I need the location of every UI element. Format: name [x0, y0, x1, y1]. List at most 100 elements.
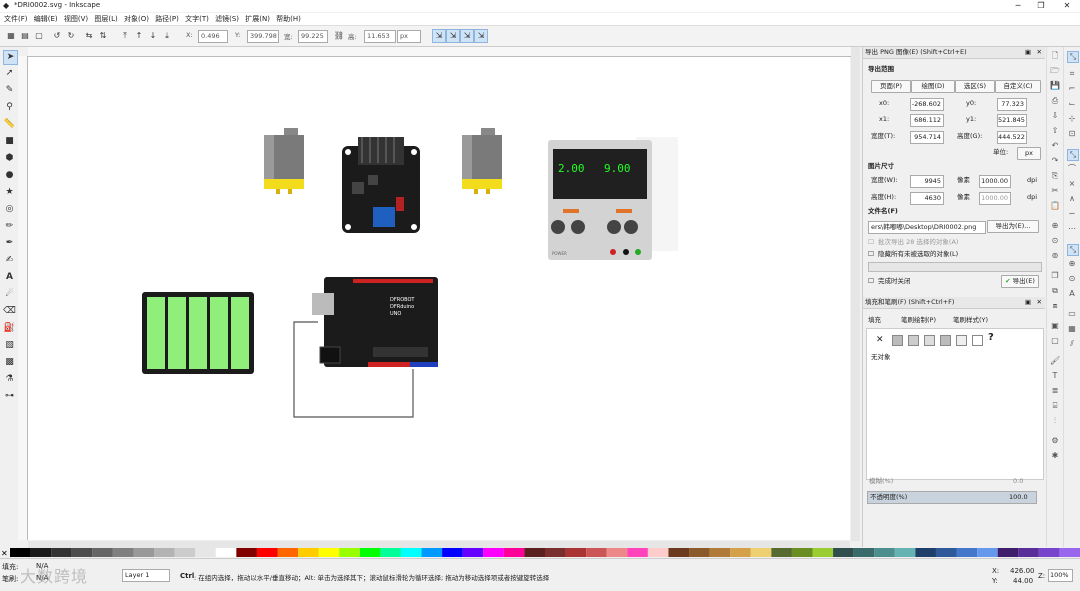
palette-swatch[interactable] — [174, 548, 196, 557]
unit-select[interactable]: px — [397, 30, 421, 43]
area-custom-button[interactable]: 自定义(C) — [995, 80, 1041, 93]
duplicate-icon[interactable]: ❐ — [1050, 271, 1060, 281]
dropper-tool-icon[interactable]: ⚗ — [3, 373, 16, 386]
ungroup-icon[interactable]: ▢ — [1050, 336, 1060, 346]
area-drawing-button[interactable]: 绘图(D) — [911, 80, 955, 93]
zoom-tool-icon[interactable]: ⚲ — [3, 101, 16, 114]
zoom-selection-icon[interactable]: ⊕ — [1050, 221, 1060, 231]
pattern-icon[interactable] — [956, 335, 967, 346]
mesh-gradient-icon[interactable] — [940, 335, 951, 346]
palette-swatch[interactable] — [380, 548, 401, 557]
palette-swatch[interactable] — [462, 548, 484, 557]
connector-tool-icon[interactable]: ⊶ — [3, 390, 16, 403]
palette-swatch[interactable] — [771, 548, 792, 557]
palette-swatch[interactable] — [71, 548, 93, 557]
layer-select[interactable]: Layer 1 — [122, 569, 170, 582]
fill-panel-dock-icon[interactable]: ▣ — [1025, 297, 1031, 308]
fill-panel-close-icon[interactable]: ✕ — [1037, 297, 1042, 308]
raise-to-top-icon[interactable]: ⤒ — [118, 29, 132, 43]
menu-edit[interactable]: 编辑(E) — [34, 13, 58, 25]
snap-guide-icon[interactable]: ⫽ — [1067, 339, 1077, 349]
snap-toggle-icon[interactable]: ⤡ — [1067, 51, 1079, 63]
snap-rotation-center-icon[interactable]: ⊙ — [1067, 274, 1077, 284]
palette-swatch[interactable] — [154, 548, 175, 557]
drawing-svg[interactable]: 2.00 9.00 POWER DFROBOT DFRduino UNO — [28, 57, 850, 540]
palette-swatch[interactable] — [997, 548, 1019, 557]
tab-stroke-style[interactable]: 笔刷样式(Y) — [953, 315, 988, 326]
dc-motor-right[interactable] — [462, 128, 502, 194]
menu-help[interactable]: 帮助(H) — [276, 13, 301, 25]
star-tool-icon[interactable]: ★ — [3, 186, 16, 199]
text-tool-icon[interactable]: A — [3, 271, 16, 284]
flat-color-icon[interactable] — [892, 335, 903, 346]
close-when-done-checkbox-icon[interactable]: ☐ — [868, 276, 874, 287]
snap-center-icon[interactable]: ⊕ — [1067, 259, 1077, 269]
lower-to-bottom-icon[interactable]: ⤓ — [160, 29, 174, 43]
palette-swatch[interactable] — [400, 548, 422, 557]
select-all-icon[interactable]: ▦ — [4, 29, 18, 43]
palette-swatch[interactable] — [627, 548, 648, 557]
close-button[interactable]: ✕ — [1056, 0, 1078, 12]
menu-file[interactable]: 文件(F) — [4, 13, 28, 25]
palette-swatch[interactable] — [935, 548, 957, 557]
box3d-tool-icon[interactable]: ⬢ — [3, 152, 16, 165]
snap-others-icon[interactable]: ⤡ — [1067, 244, 1079, 256]
spray-tool-icon[interactable]: ☄ — [3, 288, 16, 301]
snap-smooth-icon[interactable]: ∽ — [1067, 209, 1077, 219]
calligraphy-tool-icon[interactable]: ✍ — [3, 254, 16, 267]
palette-swatch[interactable] — [894, 548, 916, 557]
palette-swatch[interactable] — [1018, 548, 1039, 557]
palette-swatch[interactable] — [298, 548, 319, 557]
panel-close-icon[interactable]: ✕ — [1037, 47, 1042, 58]
palette-swatch[interactable] — [215, 548, 237, 557]
tab-stroke-paint[interactable]: 笔刷绘制(P) — [901, 315, 936, 326]
palette-swatch[interactable] — [483, 548, 504, 557]
snap-nodes-icon[interactable]: ⤡ — [1067, 149, 1079, 161]
width-input[interactable]: 99.225 — [298, 30, 328, 43]
palette-swatch[interactable] — [195, 548, 216, 557]
zoom-input[interactable]: 100% — [1048, 569, 1073, 582]
node-tool-icon[interactable]: ➚ — [3, 67, 16, 80]
fill-stroke-icon[interactable]: 🖌 — [1050, 356, 1060, 366]
selector-tool-icon[interactable]: ➤ — [3, 50, 18, 65]
open-icon[interactable]: 🗁 — [1050, 66, 1060, 76]
palette-swatch[interactable] — [277, 548, 299, 557]
palette-swatch[interactable] — [668, 548, 690, 557]
pencil-tool-icon[interactable]: ✏ — [3, 220, 16, 233]
palette-swatch[interactable] — [833, 548, 854, 557]
radial-gradient-icon[interactable] — [924, 335, 935, 346]
deselect-icon[interactable]: ▢ — [32, 29, 46, 43]
print-icon[interactable]: ⎙ — [1050, 96, 1060, 106]
unlink-clone-icon[interactable]: ⧈ — [1050, 301, 1060, 311]
power-supply[interactable]: 2.00 9.00 POWER — [548, 137, 678, 260]
snap-intersection-icon[interactable]: ⨯ — [1067, 179, 1077, 189]
vertical-scrollbar[interactable] — [851, 47, 860, 541]
color-palette[interactable]: ✕ — [0, 548, 1080, 558]
linear-gradient-icon[interactable] — [908, 335, 919, 346]
export-panel-header[interactable]: 导出 PNG 图像(E) (Shift+Ctrl+E) ▣ ✕ — [863, 47, 1045, 59]
palette-swatch[interactable] — [10, 548, 31, 557]
menu-object[interactable]: 对象(O) — [124, 13, 149, 25]
palette-swatch[interactable] — [256, 548, 278, 557]
lock-ratio-icon[interactable]: ⛓ — [332, 29, 346, 43]
no-paint-icon[interactable]: ✕ — [876, 335, 884, 345]
text-font-icon[interactable]: T — [1050, 371, 1060, 381]
swatch-icon[interactable] — [972, 335, 983, 346]
hide-checkbox-icon[interactable]: ☐ — [868, 249, 874, 260]
copy-icon[interactable]: ⎘ — [1050, 171, 1060, 181]
x0-input[interactable]: -268.602 — [910, 98, 944, 111]
zoom-drawing-icon[interactable]: ⊙ — [1050, 236, 1060, 246]
snap-bbox-corner-icon[interactable]: ⌙ — [1067, 99, 1077, 109]
filename-input[interactable]: ers\韩嘟嘟\Desktop\DRI0002.png — [868, 221, 986, 234]
rect-tool-icon[interactable]: ■ — [3, 135, 16, 148]
height-input[interactable]: 444.522 — [997, 131, 1027, 144]
undo-icon[interactable]: ↶ — [1050, 141, 1060, 151]
y0-input[interactable]: 77.323 — [997, 98, 1027, 111]
blur-value[interactable]: 0.0 — [1013, 476, 1023, 487]
y1-input[interactable]: 521.845 — [997, 114, 1027, 127]
scale-stroke-icon[interactable]: ⇲ — [432, 29, 446, 43]
save-icon[interactable]: 💾 — [1050, 81, 1060, 91]
dc-motor-left[interactable] — [264, 128, 304, 194]
rotate-ccw-icon[interactable]: ↺ — [50, 29, 64, 43]
xml-editor-icon[interactable]: ⌸ — [1050, 401, 1060, 411]
